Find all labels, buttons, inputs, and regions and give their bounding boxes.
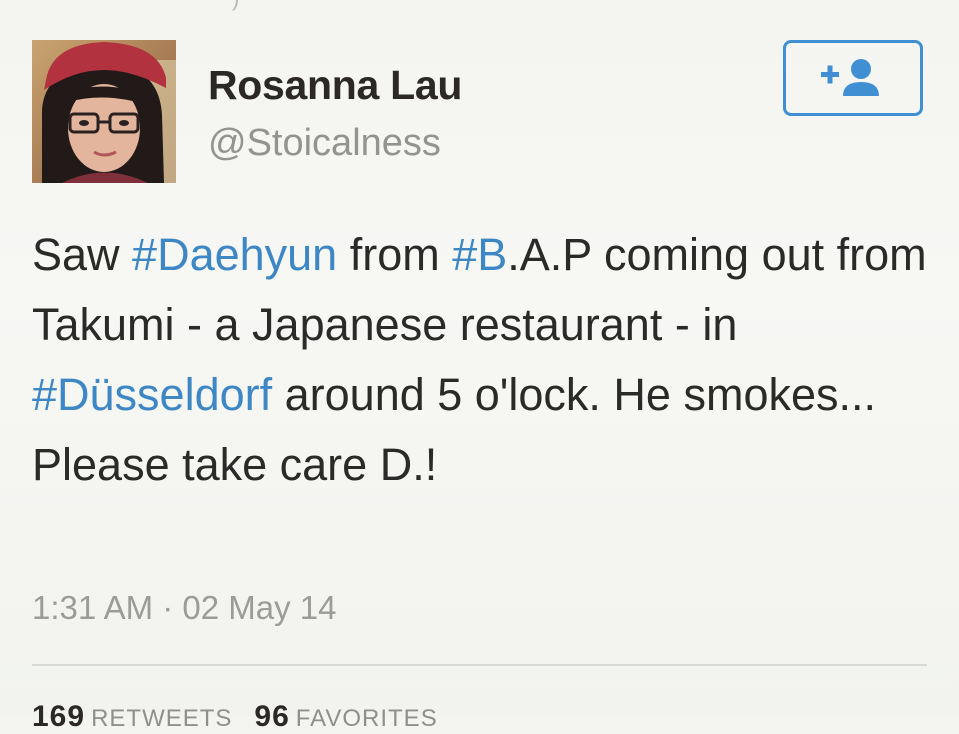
tweet-text: Saw #Daehyun from #B.A.P coming out from… (32, 220, 932, 500)
hashtag-link[interactable]: #B (452, 229, 507, 280)
hashtag-link[interactable]: #Daehyun (132, 229, 337, 280)
tweet-stats: 169 RETWEETS 96 FAVORITES (32, 700, 460, 734)
retweets-label[interactable]: RETWEETS (91, 705, 232, 732)
tweet-timestamp[interactable]: 1:31 AM · 02 May 14 (32, 589, 337, 627)
truncated-text-fragment: ) (232, 0, 239, 12)
user-handle[interactable]: @Stoicalness (208, 122, 441, 165)
profile-photo (32, 40, 176, 183)
display-name[interactable]: Rosanna Lau (208, 62, 462, 109)
divider (32, 664, 927, 666)
add-user-icon (821, 59, 879, 96)
hashtag-link[interactable]: #Düsseldorf (32, 369, 272, 420)
favorites-label[interactable]: FAVORITES (296, 705, 438, 732)
avatar[interactable] (32, 40, 176, 183)
tweet-text-segment: from (337, 229, 453, 280)
follow-button[interactable] (783, 40, 923, 116)
tweet-text-segment: Saw (32, 229, 133, 280)
